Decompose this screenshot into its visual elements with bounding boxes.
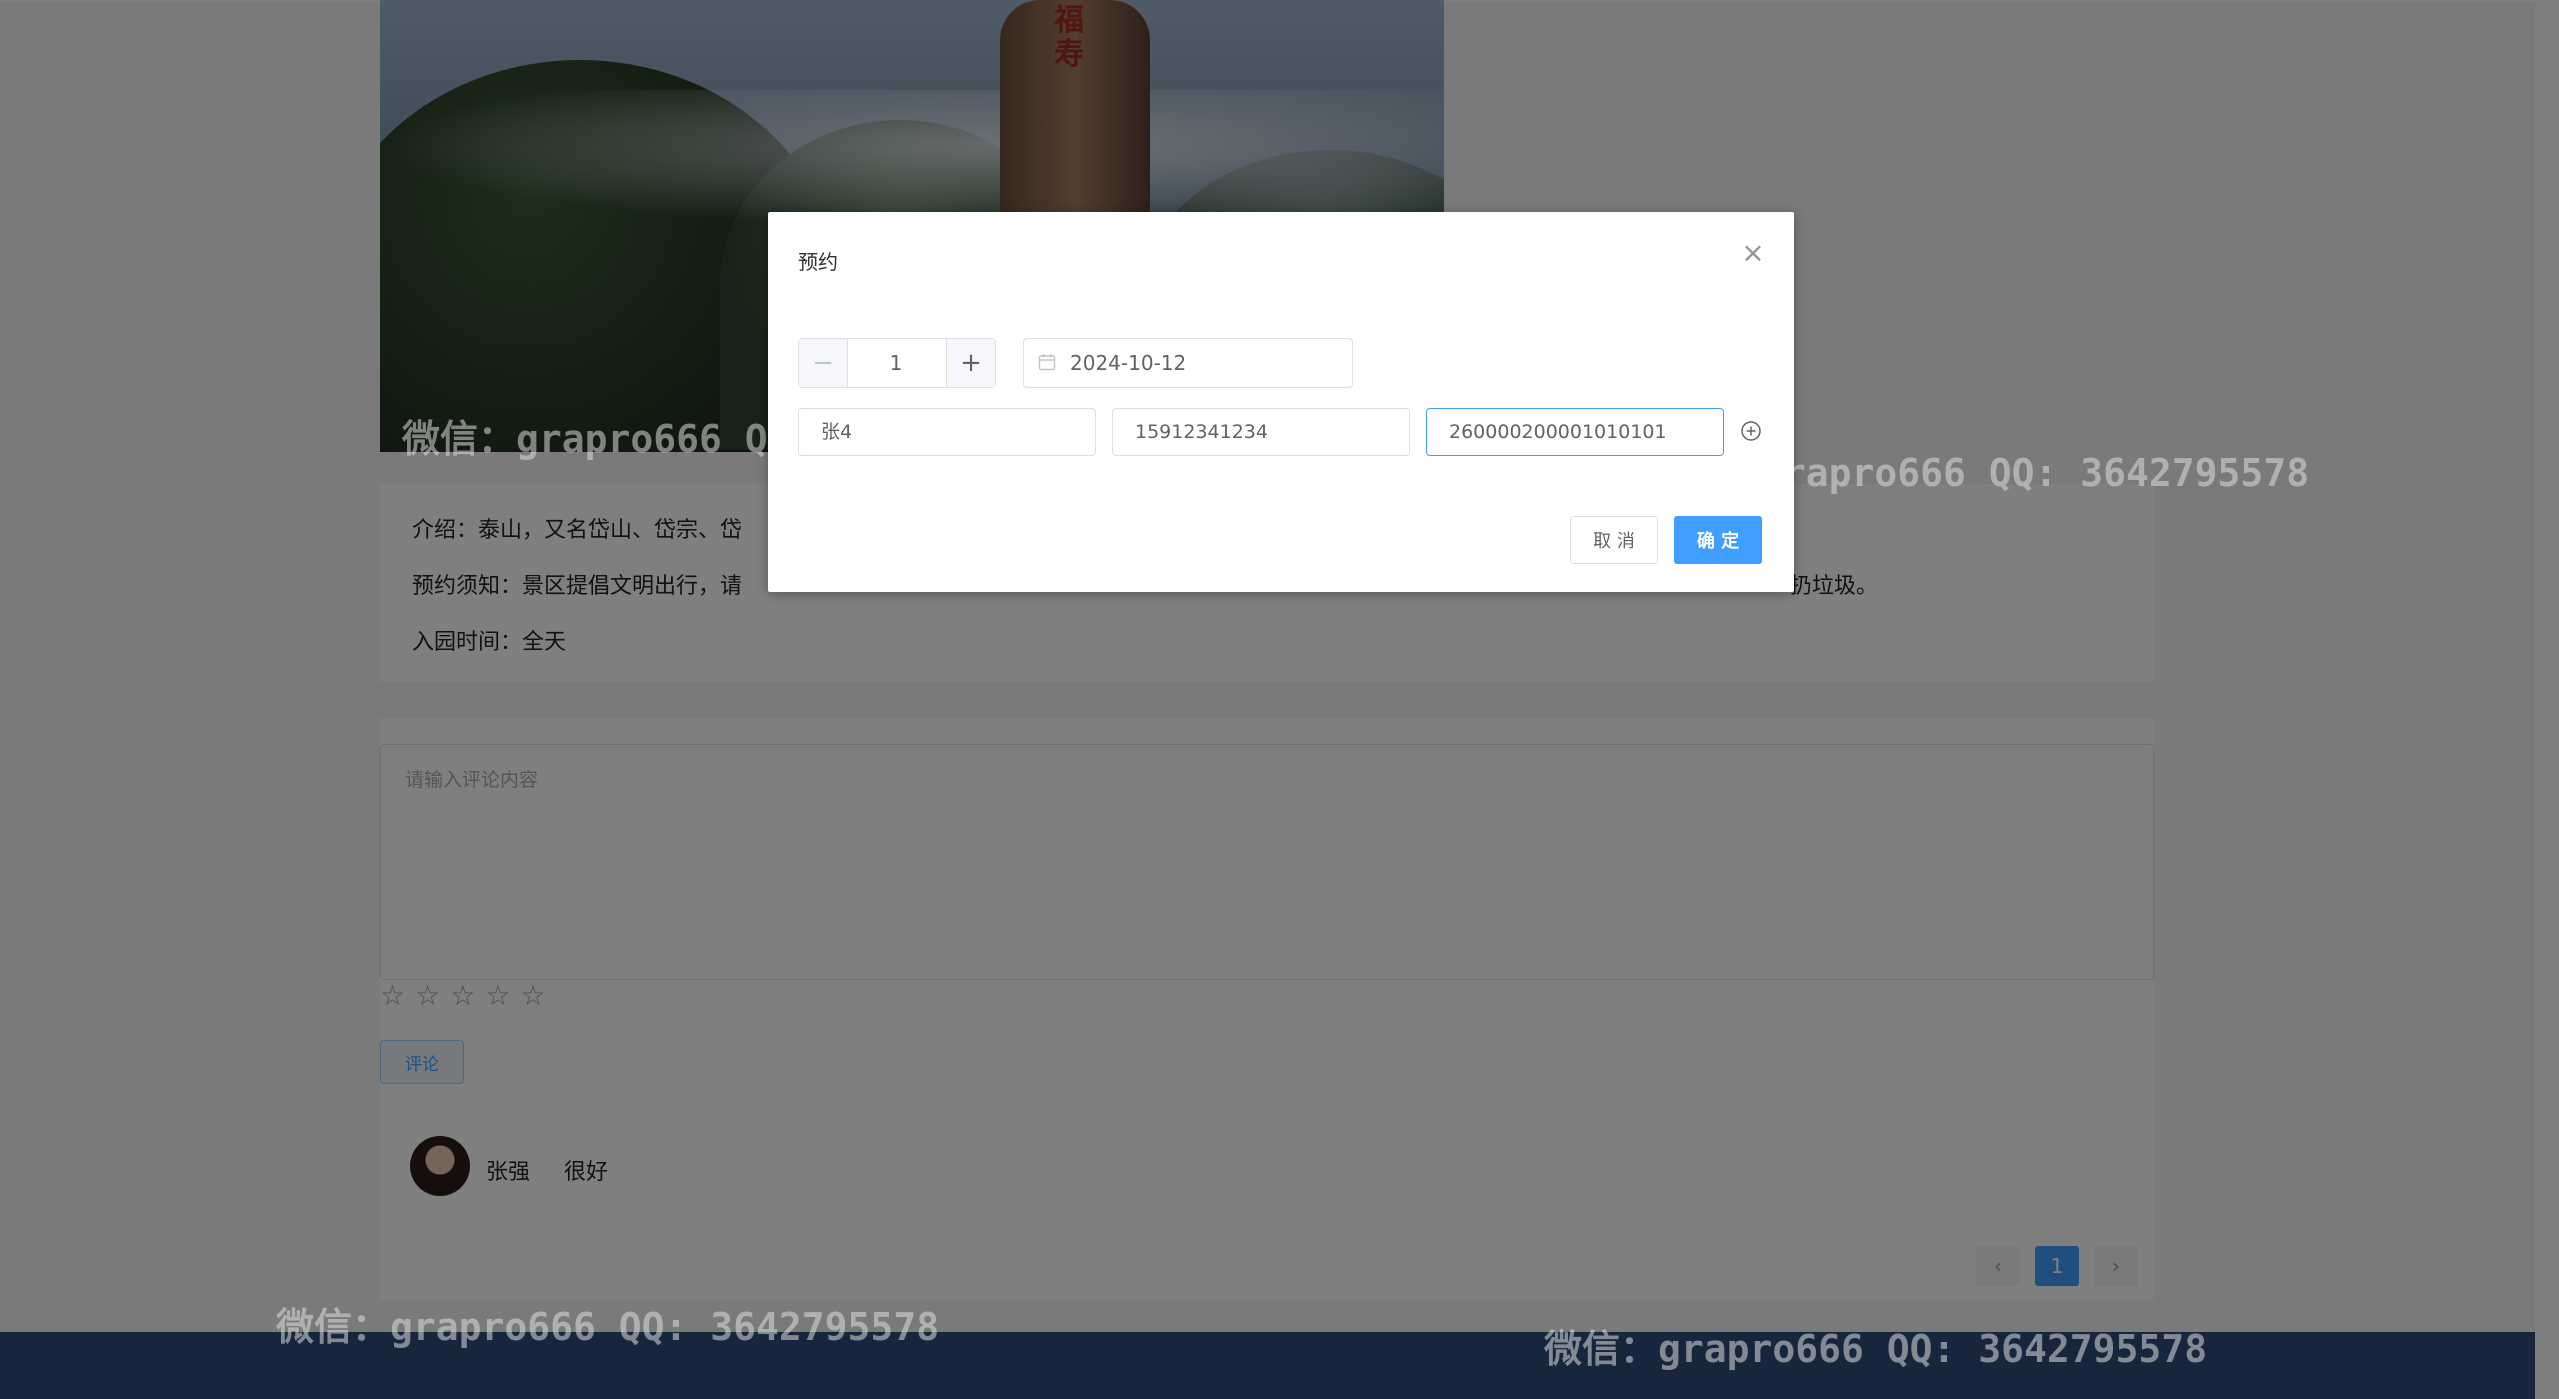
id-number-value: 260000200001010101 (1449, 421, 1667, 443)
visitor-name-value: 张4 (821, 421, 853, 443)
id-number-field[interactable]: 260000200001010101 (1426, 408, 1724, 456)
cancel-button[interactable]: 取 消 (1570, 516, 1658, 564)
watermark: 微信：grapro666 QQ: 3642795578 (1544, 1327, 2208, 1371)
calendar-icon (1038, 354, 1056, 371)
quantity-input[interactable]: 1 (847, 339, 945, 387)
modal-overlay[interactable] (0, 0, 2559, 1399)
decrease-button[interactable]: − (799, 339, 848, 387)
close-icon[interactable]: × (1738, 238, 1768, 268)
date-picker[interactable]: 2024-10-12 (1023, 338, 1353, 388)
add-visitor-icon[interactable] (1740, 420, 1762, 442)
increase-button[interactable]: + (946, 339, 995, 387)
date-value: 2024-10-12 (1070, 351, 1187, 375)
phone-value: 15912341234 (1135, 421, 1268, 443)
booking-dialog: 预约 × − 1 + 2024-10-12 张4 15912341234 260… (768, 212, 1794, 592)
confirm-button[interactable]: 确 定 (1674, 516, 1762, 564)
watermark: 微信：grapro666 QQ: 3642795578 (276, 1305, 940, 1349)
quantity-stepper: − 1 + (798, 338, 996, 388)
visitor-name-field[interactable]: 张4 (798, 408, 1096, 456)
dialog-title: 预约 (798, 250, 838, 274)
phone-field[interactable]: 15912341234 (1112, 408, 1410, 456)
